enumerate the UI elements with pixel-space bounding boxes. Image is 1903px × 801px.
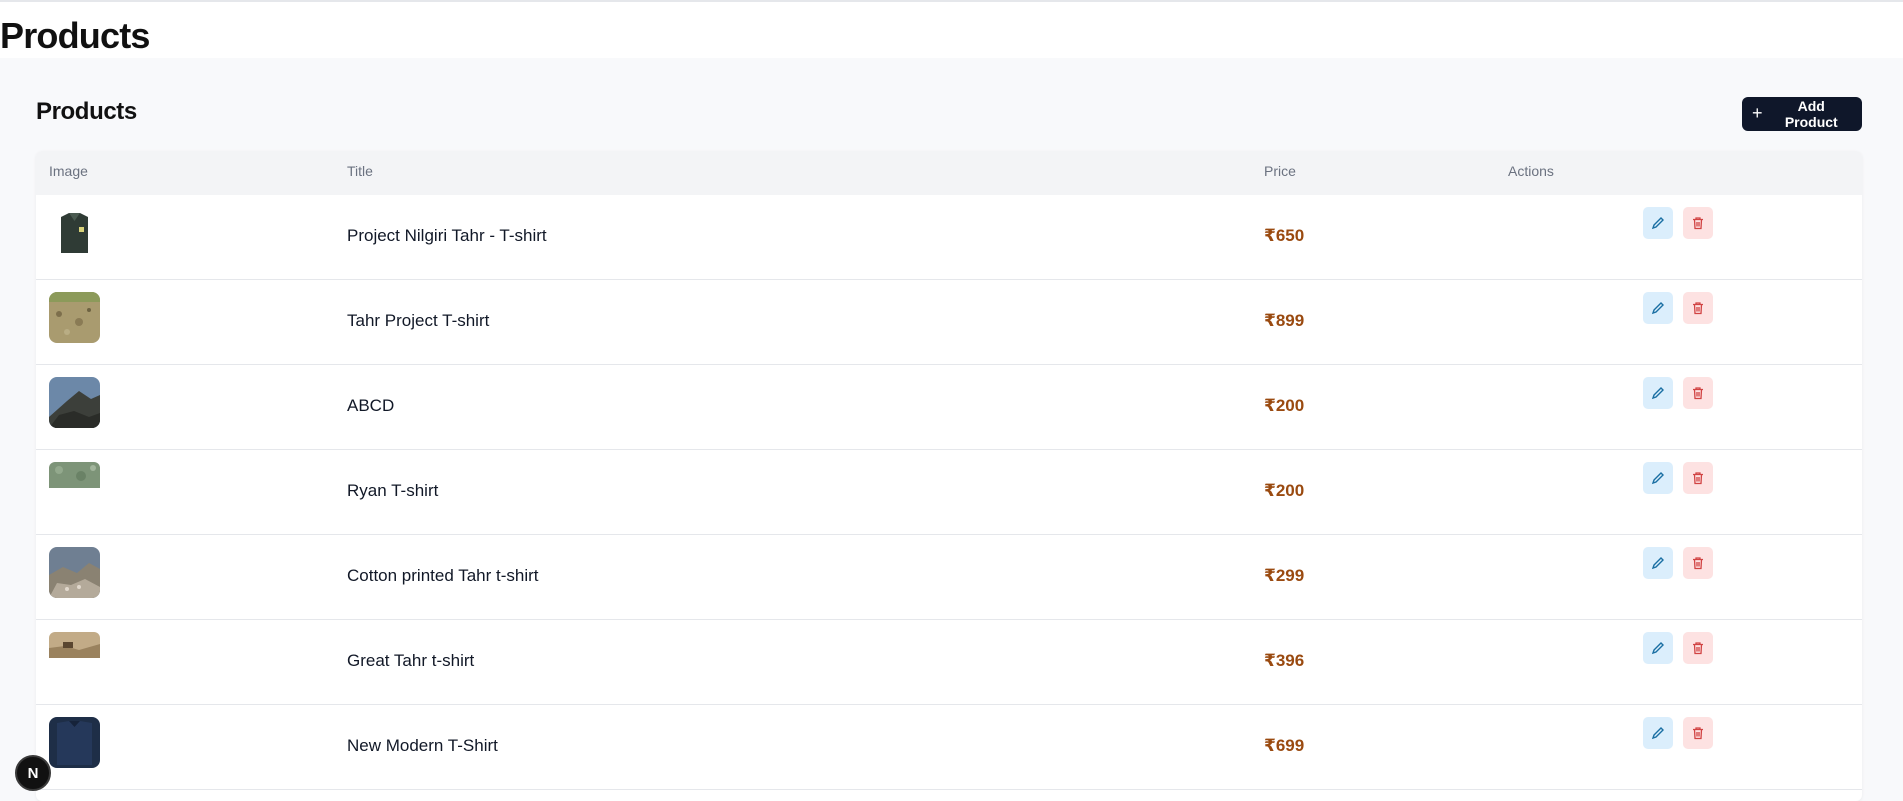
delete-button[interactable] bbox=[1683, 717, 1713, 749]
edit-button[interactable] bbox=[1643, 717, 1673, 749]
delete-button[interactable] bbox=[1683, 462, 1713, 494]
plus-icon: + bbox=[1752, 103, 1763, 123]
pencil-icon bbox=[1651, 727, 1664, 740]
table-row: ABCD ₹200 bbox=[36, 365, 1862, 450]
section-title: Products bbox=[36, 98, 137, 125]
products-table: Image Title Price Actions Project Nilgir… bbox=[36, 151, 1862, 801]
trash-icon bbox=[1693, 642, 1703, 655]
product-price: ₹299 bbox=[1264, 566, 1305, 585]
trash-icon bbox=[1693, 217, 1703, 230]
table-row: Cotton printed Tahr t-shirt ₹299 bbox=[36, 535, 1862, 620]
edit-button[interactable] bbox=[1643, 632, 1673, 664]
delete-button[interactable] bbox=[1683, 377, 1713, 409]
product-price: ₹699 bbox=[1264, 736, 1305, 755]
pencil-icon bbox=[1651, 387, 1664, 400]
header-actions: Actions bbox=[1508, 163, 1554, 179]
product-image bbox=[49, 377, 100, 428]
table-header: Image Title Price Actions bbox=[36, 151, 1862, 195]
pencil-icon bbox=[1651, 472, 1664, 485]
product-title: New Modern T-Shirt bbox=[347, 736, 498, 755]
product-title: Great Tahr t-shirt bbox=[347, 651, 475, 670]
product-title: ABCD bbox=[347, 396, 395, 415]
edit-button[interactable] bbox=[1643, 547, 1673, 579]
product-image bbox=[49, 717, 100, 768]
pencil-icon bbox=[1651, 217, 1664, 230]
table-row: Project Nilgiri Tahr - T-shirt ₹650 bbox=[36, 195, 1862, 280]
delete-button[interactable] bbox=[1683, 207, 1713, 239]
pencil-icon bbox=[1651, 302, 1664, 315]
page-header: Products bbox=[0, 2, 1903, 58]
trash-icon bbox=[1693, 472, 1703, 485]
header-image: Image bbox=[49, 163, 88, 179]
trash-icon bbox=[1693, 302, 1703, 315]
trash-icon bbox=[1693, 727, 1703, 740]
edit-button[interactable] bbox=[1643, 377, 1673, 409]
delete-button[interactable] bbox=[1683, 292, 1713, 324]
product-price: ₹200 bbox=[1264, 481, 1305, 500]
product-title: Ryan T-shirt bbox=[347, 481, 439, 500]
table-row: Great Tahr t-shirt ₹396 bbox=[36, 620, 1862, 705]
product-image bbox=[49, 292, 100, 343]
header-price: Price bbox=[1264, 163, 1296, 179]
product-image bbox=[49, 207, 100, 258]
delete-button[interactable] bbox=[1683, 547, 1713, 579]
product-image bbox=[49, 462, 100, 488]
table-row: New Modern T-Shirt ₹699 bbox=[36, 705, 1862, 790]
header-title: Title bbox=[347, 163, 373, 179]
edit-button[interactable] bbox=[1643, 207, 1673, 239]
add-product-button[interactable]: + Add Product bbox=[1742, 97, 1862, 131]
product-price: ₹650 bbox=[1264, 226, 1305, 245]
product-image bbox=[49, 632, 100, 658]
product-price: ₹396 bbox=[1264, 651, 1305, 670]
delete-button[interactable] bbox=[1683, 632, 1713, 664]
pencil-icon bbox=[1651, 642, 1664, 655]
product-price: ₹899 bbox=[1264, 311, 1305, 330]
pencil-icon bbox=[1651, 557, 1664, 570]
dev-tools-badge[interactable]: N bbox=[15, 755, 51, 791]
product-price: ₹200 bbox=[1264, 396, 1305, 415]
product-title: Tahr Project T-shirt bbox=[347, 311, 490, 330]
trash-icon bbox=[1693, 557, 1703, 570]
edit-button[interactable] bbox=[1643, 292, 1673, 324]
table-row: Tahr Project T-shirt ₹899 bbox=[36, 280, 1862, 365]
table-row: Ryan T-shirt ₹200 bbox=[36, 450, 1862, 535]
product-title: Project Nilgiri Tahr - T-shirt bbox=[347, 226, 547, 245]
edit-button[interactable] bbox=[1643, 462, 1673, 494]
page-title: Products bbox=[0, 15, 150, 56]
product-title: Cotton printed Tahr t-shirt bbox=[347, 566, 539, 585]
add-product-label: Add Product bbox=[1784, 98, 1838, 130]
trash-icon bbox=[1693, 387, 1703, 400]
product-image bbox=[49, 547, 100, 598]
